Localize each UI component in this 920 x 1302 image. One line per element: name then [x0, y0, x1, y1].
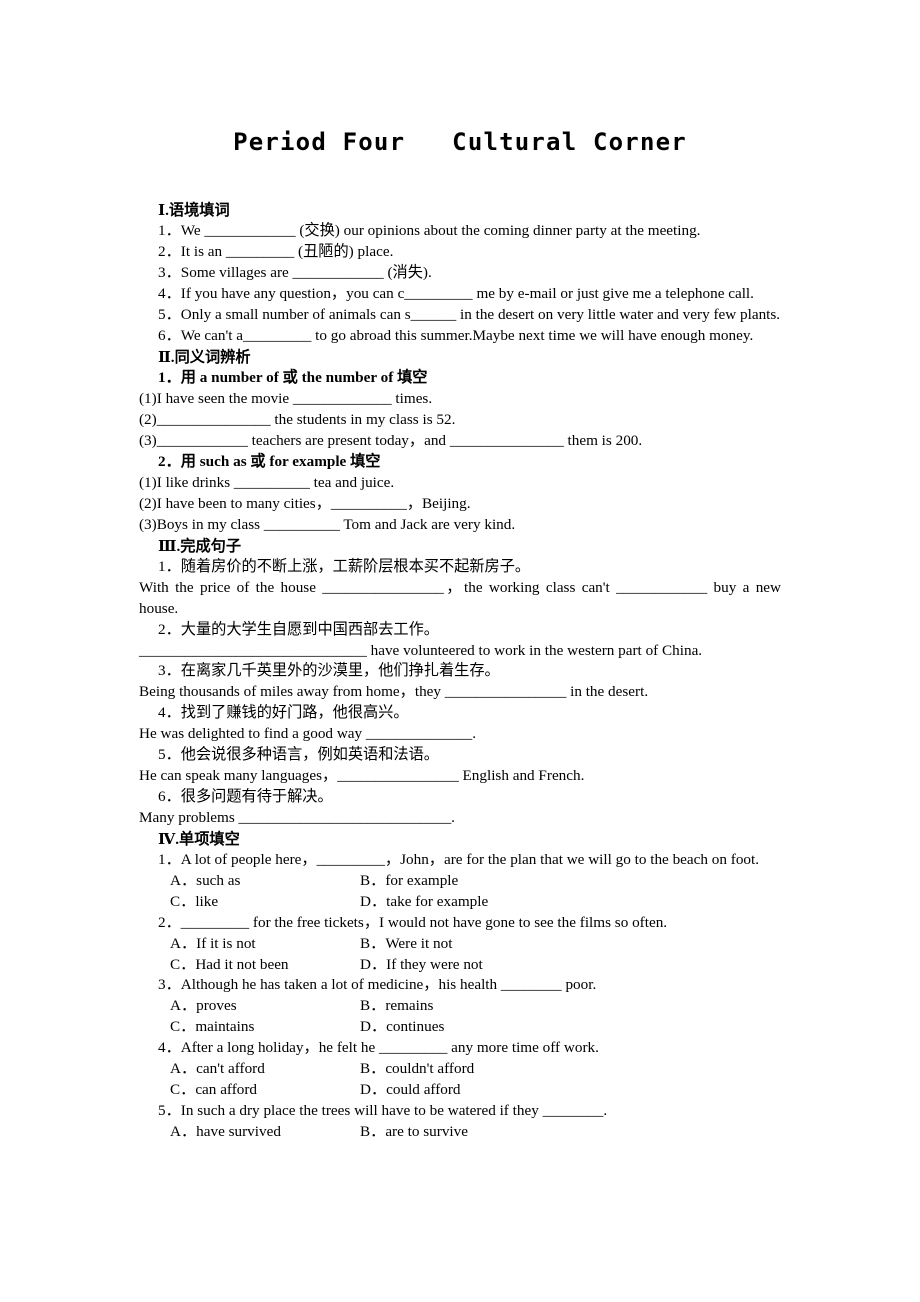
- subsection-heading: 1．用 a number of 或 the number of 填空: [158, 369, 428, 387]
- option-choice[interactable]: C．like: [170, 892, 218, 913]
- exercise-line: 5．他会说很多种语言，例如英语和法语。: [158, 746, 439, 764]
- section-wancheng-juzi: Ⅲ.完成句子 1．随着房价的不断上涨，工薪阶层根本买不起新房子。 With th…: [139, 536, 781, 829]
- exercise-line: Being thousands of miles away from home，…: [139, 683, 649, 701]
- exercise-line: (2)_______________ the students in my cl…: [139, 411, 456, 429]
- section-heading: Ⅰ.语境填词: [158, 202, 230, 219]
- exercise-line: With the price of the house ____________…: [139, 578, 785, 617]
- exercise-line: 2．It is an _________ (丑陋的) place.: [158, 243, 394, 261]
- exercise-line: 3．在离家几千英里外的沙漠里，他们挣扎着生存。: [158, 662, 500, 680]
- section-heading: Ⅳ.单项填空: [158, 830, 240, 848]
- exercise-line: 5．Only a small number of animals can s__…: [158, 306, 781, 324]
- question-stem: 4．After a long holiday，he felt he ______…: [158, 1039, 599, 1057]
- exercise-line: 3．Some villages are ____________ (消失).: [158, 264, 432, 282]
- option-choice[interactable]: A．have survived: [170, 1122, 281, 1143]
- question-item: 4．After a long holiday，he felt he ______…: [139, 1038, 781, 1101]
- section-yujing-tianci: Ⅰ.语境填词 1．We ____________ (交换) our opinio…: [139, 200, 781, 347]
- option-row: A．can't afford B．couldn't afford: [139, 1059, 781, 1080]
- question-item: 1．A lot of people here，_________，John，ar…: [139, 850, 781, 913]
- option-choice[interactable]: C．maintains: [170, 1017, 254, 1038]
- exercise-line: 4．找到了赚钱的好门路，他很高兴。: [158, 704, 409, 722]
- exercise-line: (3)Boys in my class __________ Tom and J…: [139, 515, 516, 533]
- option-row: C．Had it not been D．If they were not: [139, 955, 781, 976]
- exercise-line: 1．We ____________ (交换) our opinions abou…: [158, 222, 701, 240]
- option-choice[interactable]: C．can afford: [170, 1080, 257, 1101]
- subsection-heading: 2．用 such as 或 for example 填空: [158, 452, 381, 470]
- question-item: 2．_________ for the free tickets，I would…: [139, 913, 781, 976]
- option-row: C．can afford D．could afford: [139, 1080, 781, 1101]
- exercise-line: (1)I have seen the movie _____________ t…: [139, 390, 433, 408]
- exercise-line: He can speak many languages，____________…: [139, 766, 585, 784]
- option-choice[interactable]: D．take for example: [360, 892, 488, 913]
- option-choice[interactable]: B．Were it not: [360, 934, 452, 955]
- option-choice[interactable]: D．continues: [360, 1017, 444, 1038]
- exercise-line: 6．很多问题有待于解决。: [158, 787, 333, 805]
- exercise-line: (3)____________ teachers are present tod…: [139, 431, 643, 449]
- question-stem: 2．_________ for the free tickets，I would…: [158, 913, 668, 931]
- option-choice[interactable]: D．If they were not: [360, 955, 483, 976]
- question-item: 5．In such a dry place the trees will hav…: [139, 1101, 781, 1143]
- exercise-line: 2．大量的大学生自愿到中国西部去工作。: [158, 620, 439, 638]
- exercise-line: Many problems __________________________…: [139, 808, 455, 826]
- option-choice[interactable]: A．If it is not: [170, 934, 256, 955]
- option-choice[interactable]: B．remains: [360, 996, 433, 1017]
- section-heading: Ⅲ.完成句子: [158, 537, 242, 555]
- question-stem: 5．In such a dry place the trees will hav…: [158, 1101, 608, 1119]
- exercise-line: (1)I like drinks __________ tea and juic…: [139, 473, 395, 491]
- option-choice[interactable]: B．are to survive: [360, 1122, 468, 1143]
- section-danxiang-tiankong: Ⅳ.单项填空 1．A lot of people here，_________，…: [139, 829, 781, 1143]
- option-choice[interactable]: C．Had it not been: [170, 955, 289, 976]
- exercise-line: ______________________________ have volu…: [139, 641, 703, 659]
- exercise-line: 6．We can't a_________ to go abroad this …: [158, 326, 754, 344]
- option-choice[interactable]: B．for example: [360, 871, 458, 892]
- exercise-line: 1．随着房价的不断上涨，工薪阶层根本买不起新房子。: [158, 557, 531, 575]
- option-row: C．like D．take for example: [139, 892, 781, 913]
- option-choice[interactable]: A．proves: [170, 996, 237, 1017]
- option-row: A．have survived B．are to survive: [139, 1122, 781, 1143]
- option-choice[interactable]: D．could afford: [360, 1080, 461, 1101]
- question-stem: 1．A lot of people here，_________，John，ar…: [158, 851, 760, 869]
- worksheet-page: Period Four Cultural Corner Ⅰ.语境填词 1．We …: [0, 0, 920, 1302]
- question-stem: 3．Although he has taken a lot of medicin…: [158, 976, 597, 994]
- question-item: 3．Although he has taken a lot of medicin…: [139, 975, 781, 1038]
- option-choice[interactable]: B．couldn't afford: [360, 1059, 474, 1080]
- option-row: A．such as B．for example: [139, 871, 781, 892]
- option-row: C．maintains D．continues: [139, 1017, 781, 1038]
- exercise-line: (2)I have been to many cities，__________…: [139, 494, 471, 512]
- option-choice[interactable]: A．can't afford: [170, 1059, 265, 1080]
- exercise-line: He was delighted to find a good way ____…: [139, 725, 477, 743]
- section-tongyici-bianxi: Ⅱ.同义词辨析 1．用 a number of 或 the number of …: [139, 347, 781, 536]
- option-choice[interactable]: A．such as: [170, 871, 240, 892]
- section-heading: Ⅱ.同义词辨析: [158, 348, 251, 366]
- option-row: A．If it is not B．Were it not: [139, 934, 781, 955]
- page-title: Period Four Cultural Corner: [233, 128, 687, 156]
- option-row: A．proves B．remains: [139, 996, 781, 1017]
- worksheet-body: Ⅰ.语境填词 1．We ____________ (交换) our opinio…: [139, 200, 781, 1143]
- exercise-line: 4．If you have any question，you can c____…: [158, 285, 754, 303]
